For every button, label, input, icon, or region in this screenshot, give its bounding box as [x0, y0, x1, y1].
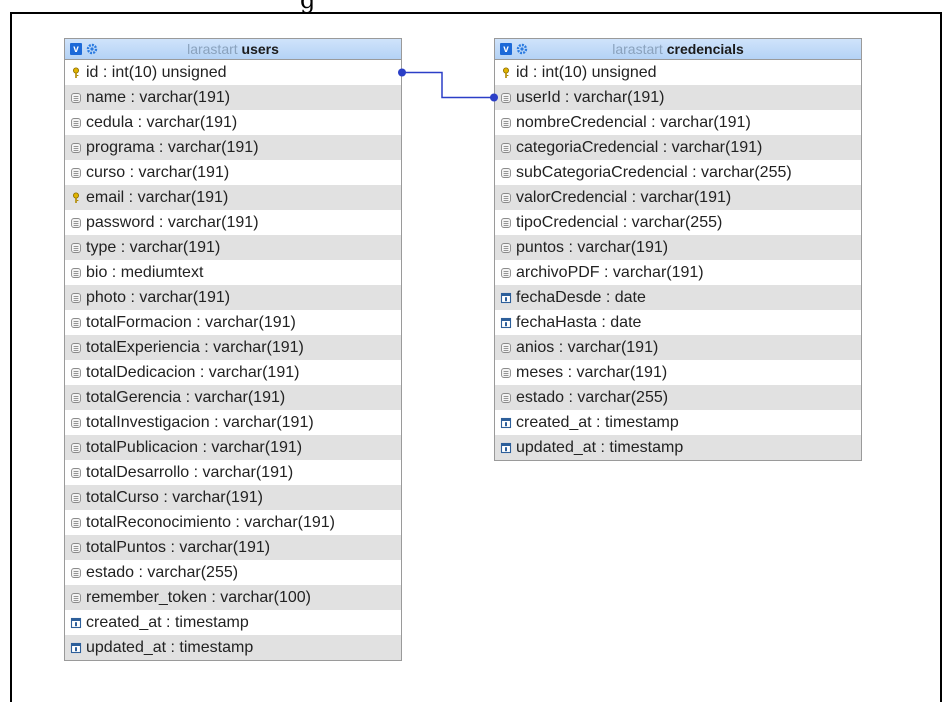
relation-line — [402, 71, 494, 99]
relation-connector — [398, 68, 498, 102]
relation-end-dot — [490, 93, 498, 102]
relation-start-dot — [398, 68, 406, 77]
